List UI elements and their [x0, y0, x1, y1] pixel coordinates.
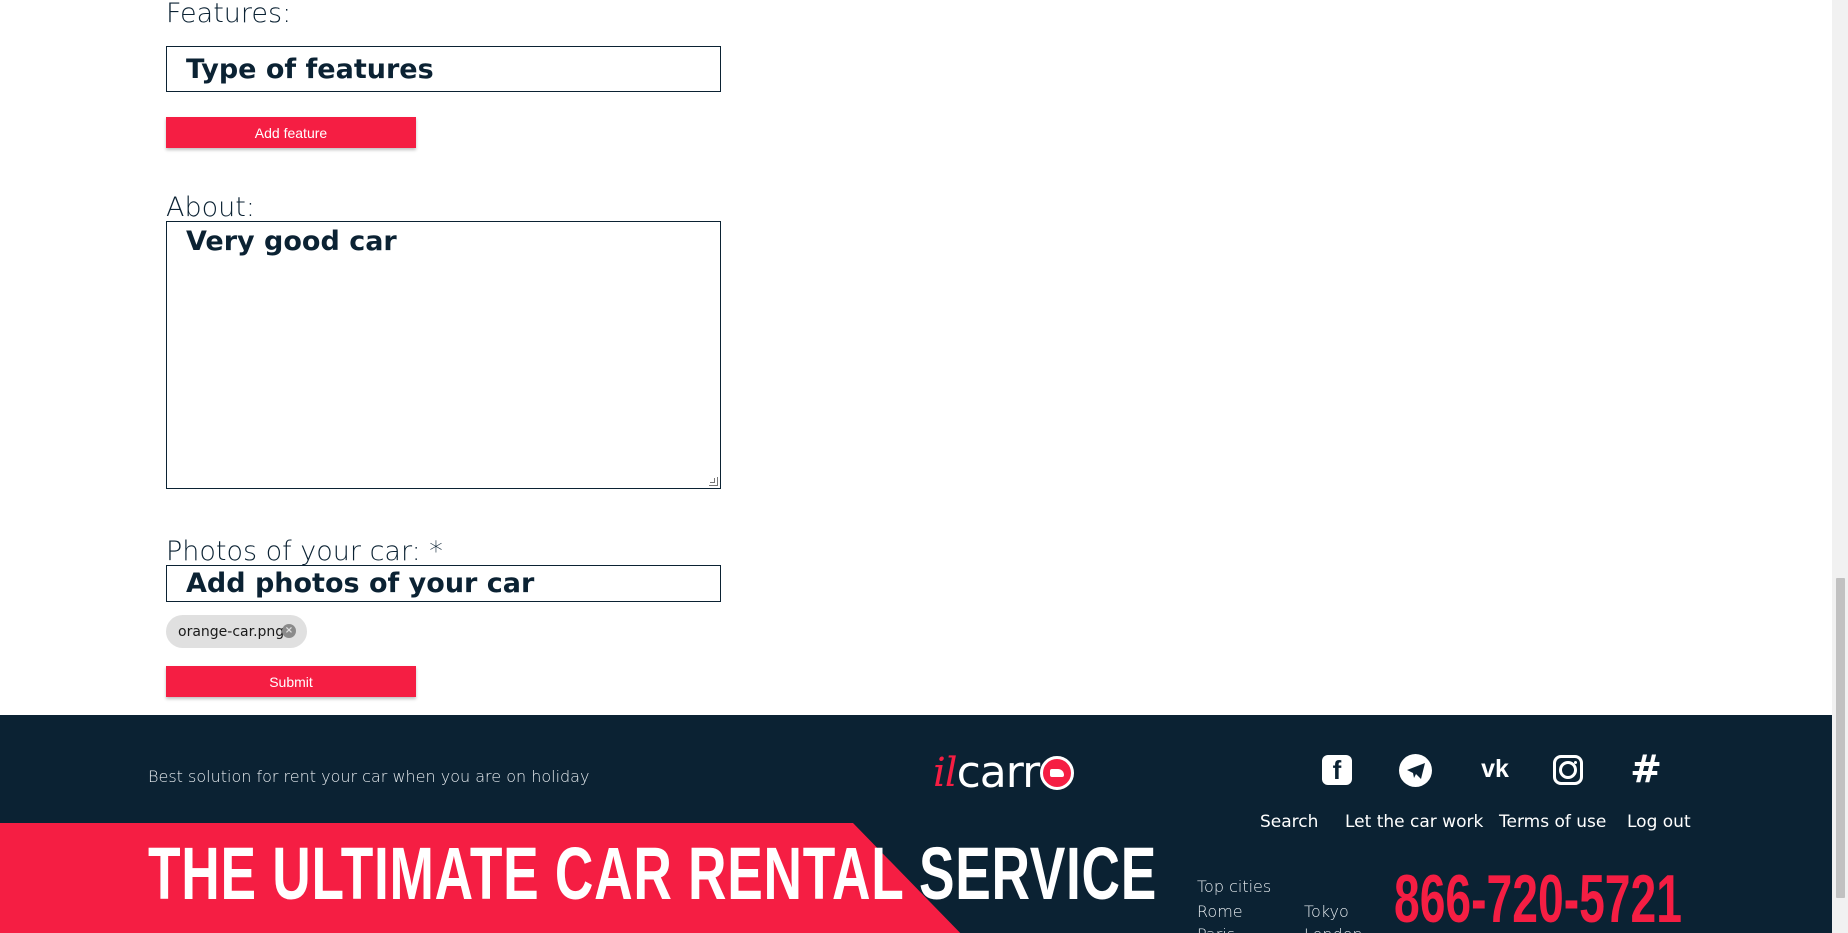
logo-prefix: il: [933, 750, 958, 796]
file-chip-name: orange-car.png: [178, 623, 285, 640]
features-input[interactable]: Type of features: [166, 46, 721, 92]
car-logo-icon: [1040, 756, 1075, 790]
photos-label: Photos of your car: *: [166, 536, 443, 567]
city-link[interactable]: Paris: [1197, 925, 1235, 933]
scrollbar-thumb[interactable]: [1836, 578, 1845, 898]
about-label: About:: [166, 192, 255, 223]
page-scrollbar[interactable]: [1832, 0, 1848, 933]
top-cities-title: Top cities: [1197, 877, 1272, 896]
vk-icon[interactable]: vk: [1476, 753, 1514, 785]
footer-nav-search[interactable]: Search: [1260, 812, 1318, 832]
photos-input[interactable]: Add photos of your car: [166, 565, 721, 602]
ilcarro-logo[interactable]: il carr: [933, 747, 1075, 798]
add-feature-button[interactable]: Add feature: [166, 117, 416, 148]
facebook-icon[interactable]: f: [1322, 755, 1352, 785]
photos-input-placeholder: Add photos of your car: [186, 568, 535, 599]
city-link[interactable]: Tokyo: [1304, 902, 1349, 921]
add-car-form: Features: Type of features Add feature A…: [0, 0, 1832, 715]
slack-icon[interactable]: #: [1629, 747, 1663, 791]
footer-nav-logout[interactable]: Log out: [1627, 812, 1691, 832]
submit-button[interactable]: Submit: [166, 666, 416, 697]
footer-tagline: Best solution for rent your car when you…: [148, 767, 590, 786]
features-input-placeholder: Type of features: [186, 53, 434, 85]
instagram-icon[interactable]: [1553, 755, 1583, 785]
telegram-icon[interactable]: [1399, 754, 1432, 787]
remove-file-icon[interactable]: ×: [282, 624, 296, 638]
textarea-resize-handle[interactable]: [709, 477, 718, 486]
phone-number[interactable]: 866-720-5721: [1394, 865, 1682, 933]
site-footer: Best solution for rent your car when you…: [0, 715, 1832, 933]
city-link[interactable]: Rome: [1197, 902, 1243, 921]
footer-nav-let-car-work[interactable]: Let the car work: [1345, 812, 1483, 832]
features-label: Features:: [166, 0, 292, 29]
banner-title: THE ULTIMATE CAR RENTAL SERVICE: [148, 832, 1158, 915]
about-textarea-value: Very good car: [186, 226, 397, 257]
about-textarea[interactable]: Very good car: [166, 221, 721, 489]
footer-nav-terms[interactable]: Terms of use: [1499, 812, 1606, 832]
file-chip: orange-car.png ×: [166, 615, 307, 648]
logo-word: carr: [956, 747, 1041, 798]
city-link[interactable]: London: [1304, 925, 1363, 933]
